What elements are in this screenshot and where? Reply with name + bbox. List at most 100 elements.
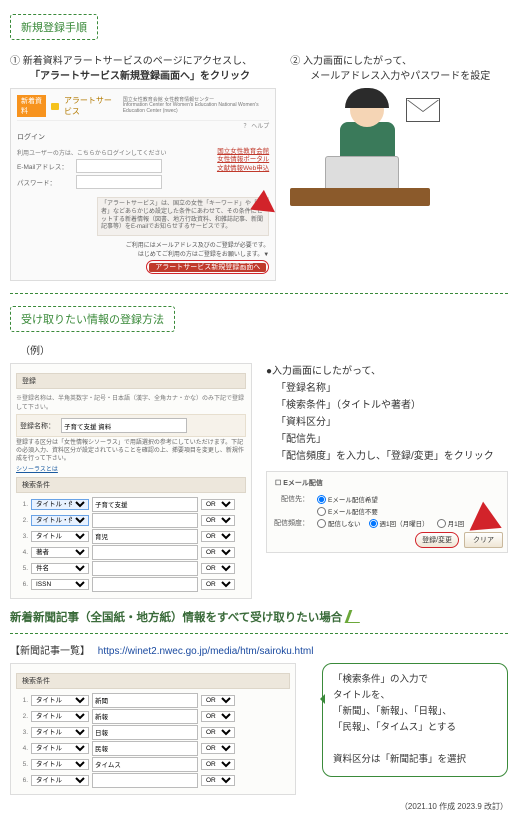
email-field[interactable] — [76, 159, 162, 173]
b3: 「資料区分」 — [276, 417, 336, 428]
value-input[interactable] — [92, 693, 198, 708]
register-form-panel: 登録 ※登録名称は、半角英数字・記号・日本語（漢字、全角カナ・かな）のみ下記で登… — [10, 363, 252, 598]
news-link-url[interactable]: https://winet2.nwec.go.jp/media/htm/sair… — [98, 646, 314, 657]
b1: 「登録名称」 — [276, 383, 336, 394]
b2: 「検索条件」（タイトルや著者） — [276, 400, 421, 411]
login-note: 利用ユーザーの方は、こちらからログインしてください — [17, 148, 209, 157]
field-select[interactable]: タイトル・件名 — [31, 499, 89, 510]
link3[interactable]: 文献情報Web申込 — [217, 165, 269, 173]
login-head: ログイン — [17, 132, 269, 142]
footer-note: （2021.10 作成 2023.9 改訂） — [10, 801, 508, 812]
help-link[interactable]: ？ ヘルプ — [17, 121, 269, 130]
heading-register-method: 受け取りたい情報の登録方法 — [10, 306, 175, 332]
field-select[interactable]: タイトル・件名 — [31, 515, 89, 526]
c3: 「新聞」、「新報」、「日報」、 — [333, 704, 497, 720]
register-head: 登録 — [16, 373, 246, 389]
thesaurus-link[interactable]: シソーラスとは — [16, 464, 246, 473]
pen-icon — [345, 610, 365, 623]
condition-row: 4.タイトルOR — [16, 741, 290, 756]
step1-l2: 「アラートサービス新規登録画面へ」をクリック — [30, 71, 250, 82]
mail-head: ☐ Eメール配信 — [271, 476, 503, 490]
op-select[interactable]: OR — [201, 499, 235, 510]
divider — [10, 633, 508, 634]
submit-button[interactable]: 登録/変更 — [415, 532, 459, 548]
field-select[interactable]: ISSN — [31, 579, 89, 590]
value-input[interactable] — [92, 513, 198, 528]
condition-row: 3.タイトル OR — [16, 725, 290, 740]
field-select[interactable]: タイトル — [31, 759, 89, 770]
divider — [10, 293, 508, 294]
step2-l2: メールアドレス入力やパスワードを設定 — [310, 71, 490, 82]
op-select[interactable]: OR — [201, 775, 235, 786]
value-input[interactable] — [92, 773, 198, 788]
row-num: 1. — [16, 501, 28, 508]
op-select[interactable]: OR — [201, 695, 235, 706]
freq-opt3[interactable]: 月1回 — [437, 518, 465, 528]
email-delivery-panel: ☐ Eメール配信 配信先： Eメール配信希望 Eメール配信不要 配信頻度： 配信… — [266, 471, 508, 553]
field-select[interactable]: タイトル — [31, 743, 89, 754]
op-select[interactable]: OR — [201, 515, 235, 526]
op-select[interactable]: OR — [201, 579, 235, 590]
value-input[interactable] — [92, 529, 198, 544]
heading-new-registration: 新規登録手順 — [10, 14, 98, 40]
freq-label: 配信頻度： — [271, 518, 309, 528]
link2[interactable]: 女性情報ポータル — [217, 156, 269, 164]
mail-head-text: Eメール配信 — [283, 480, 323, 487]
condition-row: 6.タイトルOR — [16, 773, 290, 788]
value-input[interactable] — [92, 757, 198, 772]
step1-text: ① 新着資料アラートサービスのページにアクセスし、 「アラートサービス新規登録画… — [10, 54, 276, 84]
op-select[interactable]: OR — [201, 531, 235, 542]
value-input[interactable] — [92, 561, 198, 576]
example-label: （例） — [20, 342, 508, 357]
email-label: E-Mailアドレス： — [17, 161, 72, 171]
value-input[interactable] — [92, 709, 198, 724]
c1: 「検索条件」の入力で — [333, 672, 497, 688]
row-num: 1. — [16, 697, 28, 704]
field-select[interactable]: タイトル — [31, 711, 89, 722]
freq-opt2[interactable]: 週1回（月曜日） — [369, 518, 429, 528]
op-select[interactable]: OR — [201, 759, 235, 770]
news-link-label: 【新聞記事一覧】 — [10, 646, 90, 657]
c4: 「民報」、「タイムス」とする — [333, 720, 497, 736]
person-laptop-illustration — [290, 88, 440, 198]
input-instruction-list: ●入力画面にしたがって、 「登録名称」 「検索条件」（タイトルや著者） 「資料区… — [266, 363, 508, 465]
field-select[interactable]: 件名 — [31, 563, 89, 574]
c2: タイトルを、 — [333, 688, 497, 704]
row-num: 3. — [16, 729, 28, 736]
value-input[interactable] — [92, 497, 198, 512]
register-button[interactable]: アラートサービス新規登録画面へ — [149, 263, 266, 272]
op-select[interactable]: OR — [201, 563, 235, 574]
login-panel-header: 新着資料 アラートサービス 国立女性教育会館 女性教育情報センター Inform… — [17, 95, 269, 121]
login-panel: 新着資料 アラートサービス 国立女性教育会館 女性教育情報センター Inform… — [10, 88, 276, 281]
dest-opt2[interactable]: Eメール配信不要 — [317, 506, 378, 516]
right-links: 国立女性教育会館 女性情報ポータル 文献情報Web申込 — [217, 148, 269, 173]
dest-opt1[interactable]: Eメール配信希望 — [317, 494, 378, 504]
row-num: 4. — [16, 549, 28, 556]
op-select[interactable]: OR — [201, 547, 235, 558]
field-select[interactable]: タイトル — [31, 695, 89, 706]
field-select[interactable]: タイトル — [31, 727, 89, 738]
password-field[interactable] — [76, 175, 162, 189]
value-input[interactable] — [92, 725, 198, 740]
regname-input[interactable] — [61, 418, 187, 433]
field-select[interactable]: 著者 — [31, 547, 89, 558]
condition-row: 4.著者 OR — [16, 545, 246, 560]
dest-label: 配信先： — [271, 494, 309, 504]
freq-opt1[interactable]: 配信しない — [317, 518, 361, 528]
newspaper-conditions-panel: 検索条件 1.タイトルOR2.タイトルOR3.タイトルOR4.タイトルOR5.タ… — [10, 663, 296, 795]
op-select[interactable]: OR — [201, 711, 235, 722]
op-select[interactable]: OR — [201, 743, 235, 754]
op-select[interactable]: OR — [201, 727, 235, 738]
value-input[interactable] — [92, 577, 198, 592]
condition-row: 6.ISSNOR — [16, 577, 246, 592]
field-select[interactable]: タイトル — [31, 775, 89, 786]
row-num: 2. — [16, 517, 28, 524]
condition-row: 2.タイトルOR — [16, 709, 290, 724]
alert-icon — [51, 103, 59, 110]
condition-row: 5.タイトルOR — [16, 757, 290, 772]
field-select[interactable]: タイトル — [31, 531, 89, 542]
condition-row: 1.タイトル OR — [16, 693, 290, 708]
value-input[interactable] — [92, 741, 198, 756]
value-input[interactable] — [92, 545, 198, 560]
step2-l1: 入力画面にしたがって、 — [303, 56, 412, 67]
